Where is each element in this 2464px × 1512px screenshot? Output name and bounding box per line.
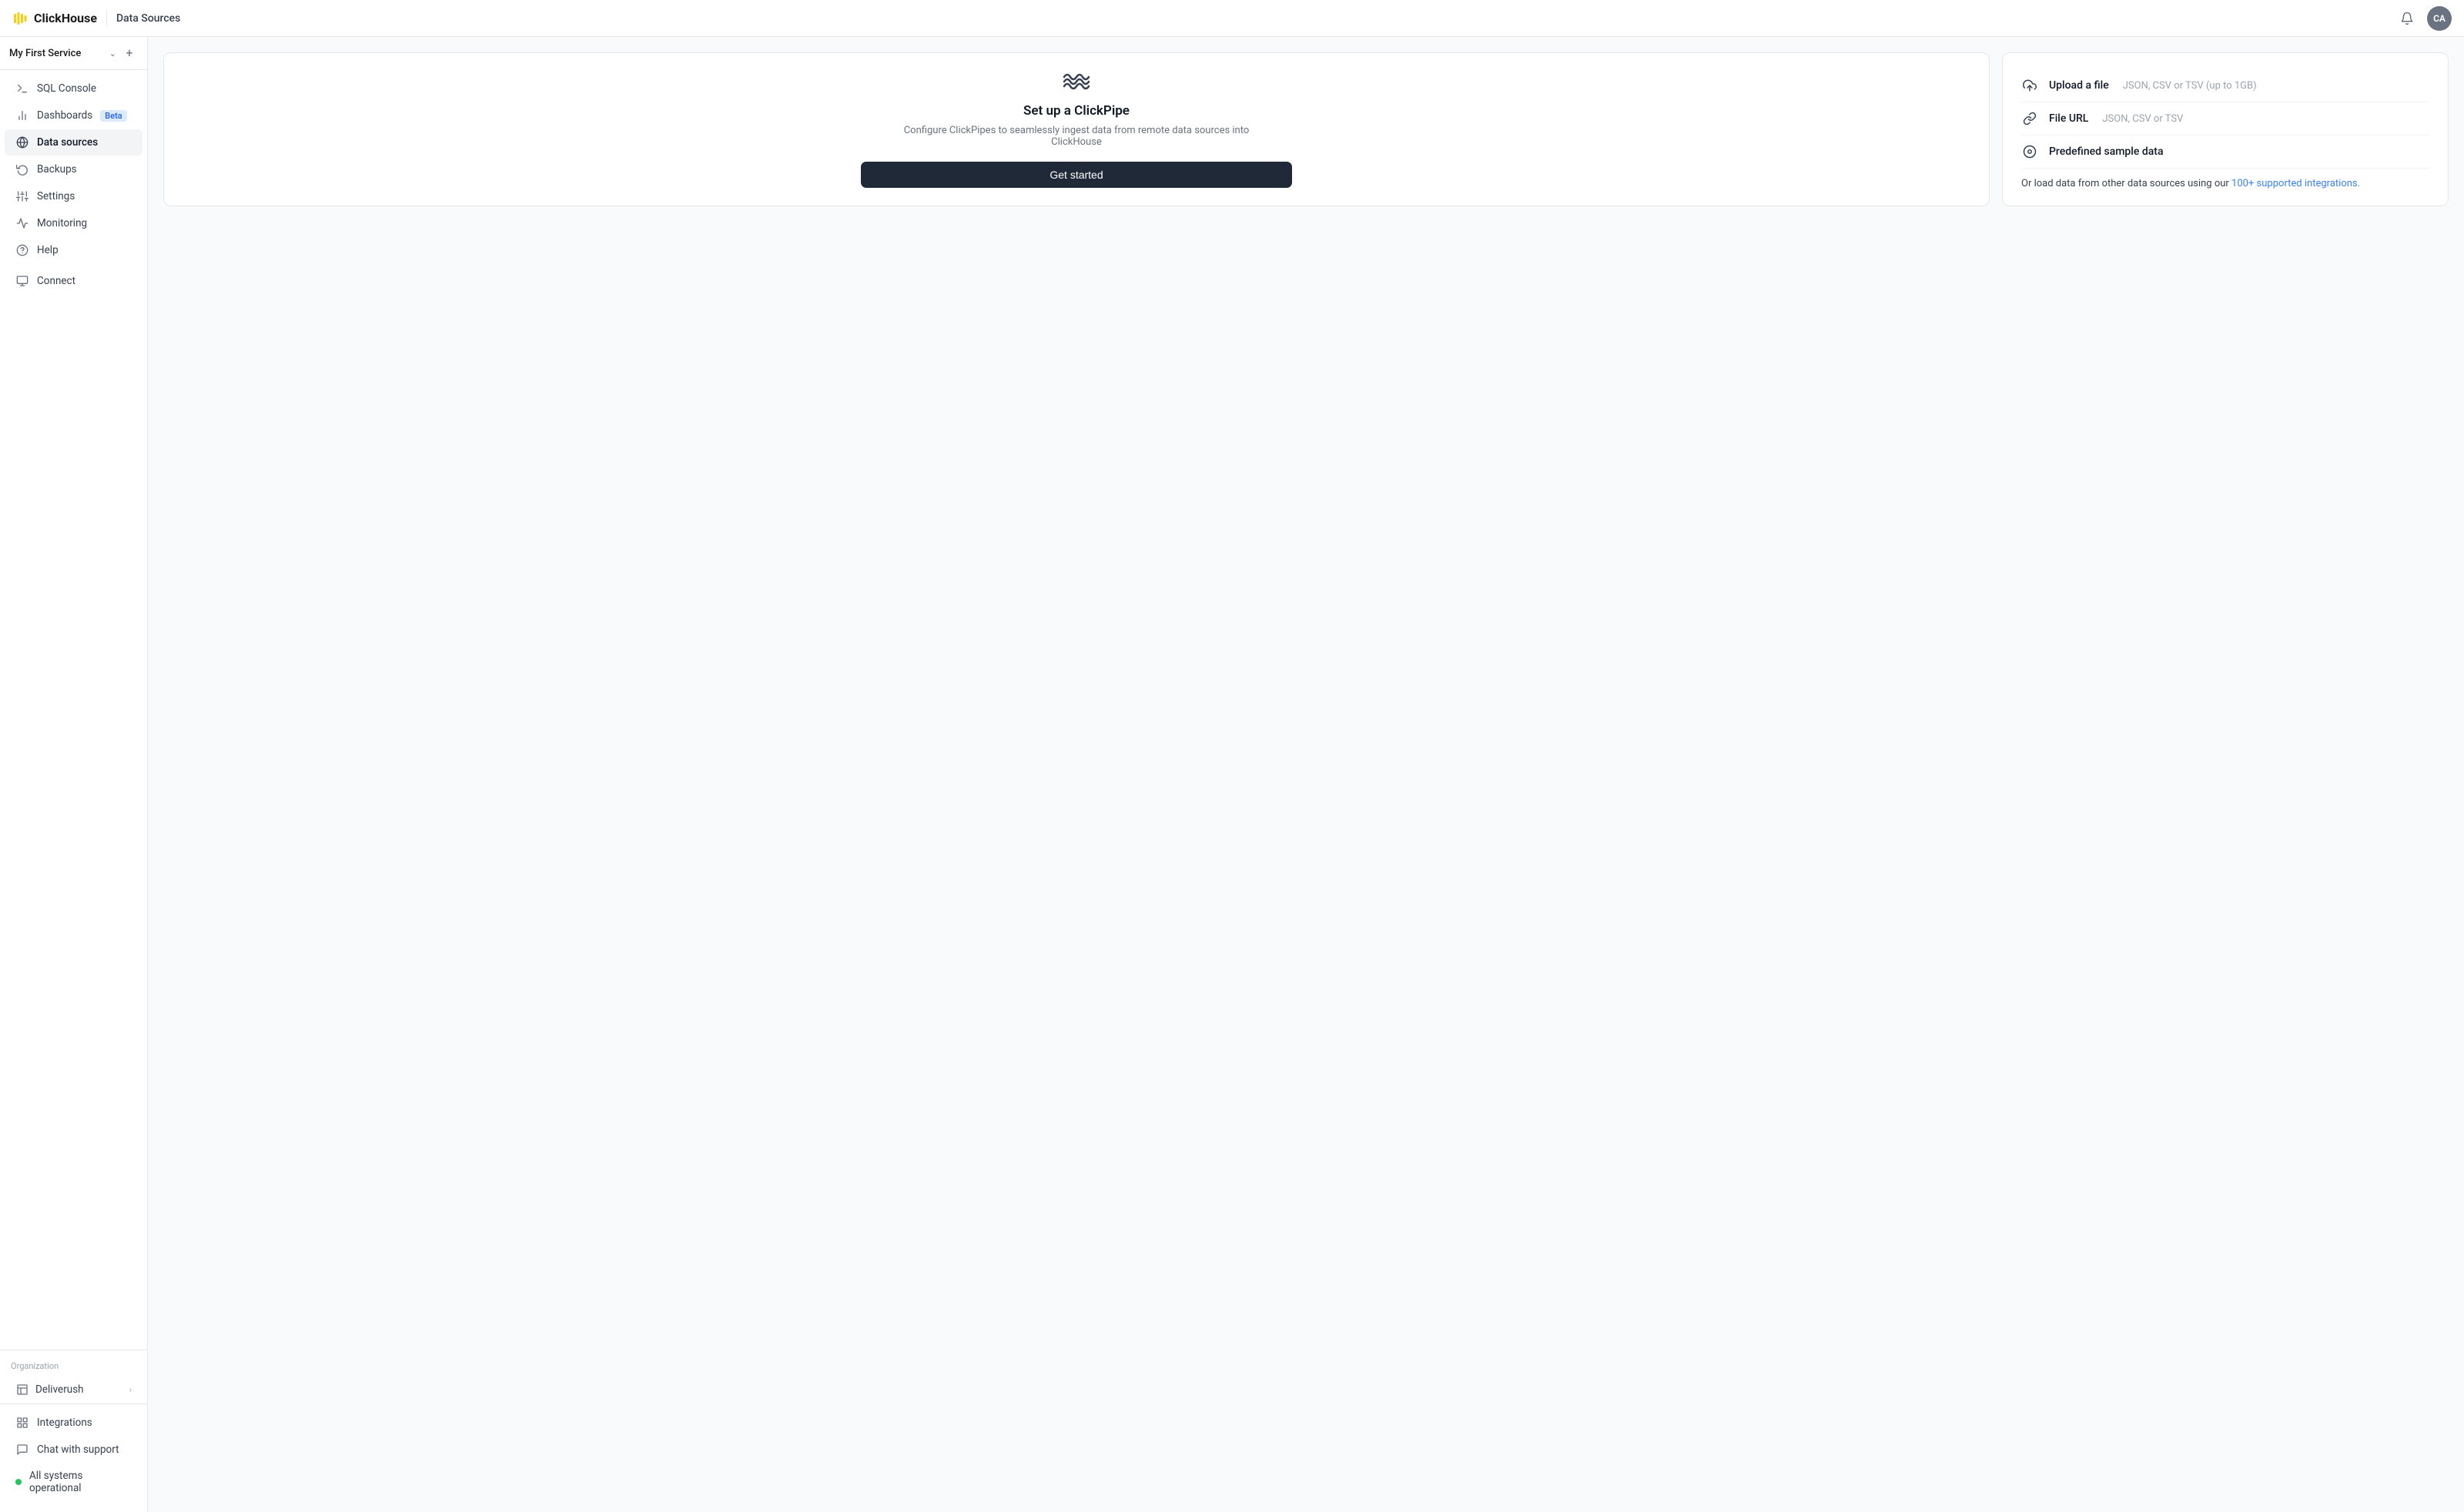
sidebar: My First Service ⌄ + SQL Console	[0, 37, 148, 1512]
app-logo[interactable]: ClickHouse	[12, 11, 97, 26]
sliders-icon	[15, 189, 29, 203]
integrations-link[interactable]: 100+ supported integrations.	[2231, 178, 2360, 189]
footer-text: Or load data from other data sources usi…	[2021, 178, 2231, 189]
integrations-link[interactable]: Integrations	[5, 1410, 142, 1436]
sidebar-item-data-sources[interactable]: Data sources	[5, 129, 142, 156]
sidebar-bottom: Organization Deliverush ›	[0, 1350, 147, 1512]
sidebar-item-label: Monitoring	[37, 217, 87, 229]
upload-sub: JSON, CSV or TSV (up to 1GB)	[2123, 80, 2257, 92]
topbar-divider	[106, 11, 107, 26]
chat-support-label: Chat with support	[37, 1443, 119, 1456]
sidebar-item-label: Data sources	[37, 136, 98, 149]
setup-card: Set up a ClickPipe Configure ClickPipes …	[163, 52, 1990, 206]
status-link[interactable]: All systems operational	[5, 1463, 142, 1500]
sidebar-item-connect[interactable]: Connect	[5, 268, 142, 294]
nav-items: SQL Console Dashboards Beta	[0, 70, 147, 1350]
file-url-label: File URL	[2049, 112, 2088, 125]
topbar: ClickHouse Data Sources CA	[0, 0, 2464, 37]
globe-icon	[15, 135, 29, 149]
chat-support-link[interactable]: Chat with support	[5, 1437, 142, 1463]
sidebar-item-label: Connect	[37, 275, 75, 287]
status-dot-icon	[15, 1479, 22, 1485]
sidebar-item-dashboards[interactable]: Dashboards Beta	[5, 102, 142, 129]
monitor-icon	[15, 274, 29, 288]
sidebar-item-monitoring[interactable]: Monitoring	[5, 210, 142, 236]
building-icon	[15, 1383, 29, 1397]
chevron-right-icon: ›	[129, 1385, 132, 1395]
org-item-deliverush[interactable]: Deliverush ›	[5, 1377, 142, 1403]
panel-row-file-url[interactable]: File URL JSON, CSV or TSV	[2021, 102, 2429, 135]
grid-icon	[15, 1416, 29, 1430]
activity-icon	[15, 216, 29, 230]
page-title: Data Sources	[116, 12, 180, 25]
predefined-label: Predefined sample data	[2049, 146, 2164, 158]
org-label: Organization	[0, 1358, 147, 1376]
shield-icon	[2021, 143, 2038, 160]
service-name: My First Service	[9, 48, 105, 59]
upload-icon	[2021, 77, 2038, 94]
setup-title: Set up a ClickPipe	[1023, 103, 1130, 119]
sidebar-item-help[interactable]: Help	[5, 237, 142, 263]
add-service-button[interactable]: +	[121, 45, 138, 62]
org-name: Deliverush	[35, 1383, 84, 1396]
integrations-label: Integrations	[37, 1417, 92, 1429]
setup-description: Configure ClickPipes to seamlessly inges…	[892, 125, 1261, 148]
right-panel: Upload a file JSON, CSV or TSV (up to 1G…	[2002, 52, 2449, 206]
sidebar-item-label: Settings	[37, 190, 75, 202]
notification-button[interactable]	[2395, 6, 2419, 31]
link-icon	[2021, 110, 2038, 127]
main-layout: My First Service ⌄ + SQL Console	[0, 37, 2464, 1512]
get-started-button[interactable]: Get started	[861, 162, 1292, 188]
sidebar-item-label: Backups	[37, 163, 77, 176]
chevron-down-icon: ⌄	[109, 49, 116, 59]
topbar-icons: CA	[2395, 6, 2452, 31]
bar-chart-icon	[15, 109, 29, 122]
file-url-sub: JSON, CSV or TSV	[2102, 113, 2183, 125]
app-name: ClickHouse	[34, 11, 97, 25]
sidebar-item-sql-console[interactable]: SQL Console	[5, 75, 142, 102]
content-inner: Set up a ClickPipe Configure ClickPipes …	[148, 37, 2464, 1512]
sidebar-item-backups[interactable]: Backups	[5, 156, 142, 182]
beta-badge: Beta	[100, 110, 126, 122]
logo-icon	[12, 11, 28, 26]
avatar[interactable]: CA	[2427, 6, 2452, 31]
sidebar-item-label: SQL Console	[37, 82, 96, 95]
refresh-icon	[15, 162, 29, 176]
message-circle-icon	[15, 1443, 29, 1457]
panel-row-upload[interactable]: Upload a file JSON, CSV or TSV (up to 1G…	[2021, 69, 2429, 102]
upload-label: Upload a file	[2049, 79, 2109, 92]
sidebar-item-label: Dashboards	[37, 109, 92, 122]
status-label: All systems operational	[29, 1470, 132, 1494]
terminal-icon	[15, 82, 29, 95]
content: Set up a ClickPipe Configure ClickPipes …	[148, 37, 2464, 1512]
service-selector[interactable]: My First Service ⌄ +	[0, 37, 147, 70]
wave-icon	[1063, 71, 1090, 92]
panel-row-predefined[interactable]: Predefined sample data	[2021, 135, 2429, 169]
bottom-links: Integrations Chat with support All syste…	[0, 1403, 147, 1504]
help-circle-icon	[15, 243, 29, 257]
sidebar-item-label: Help	[37, 244, 59, 256]
sidebar-item-settings[interactable]: Settings	[5, 183, 142, 209]
panel-footer: Or load data from other data sources usi…	[2021, 169, 2429, 189]
